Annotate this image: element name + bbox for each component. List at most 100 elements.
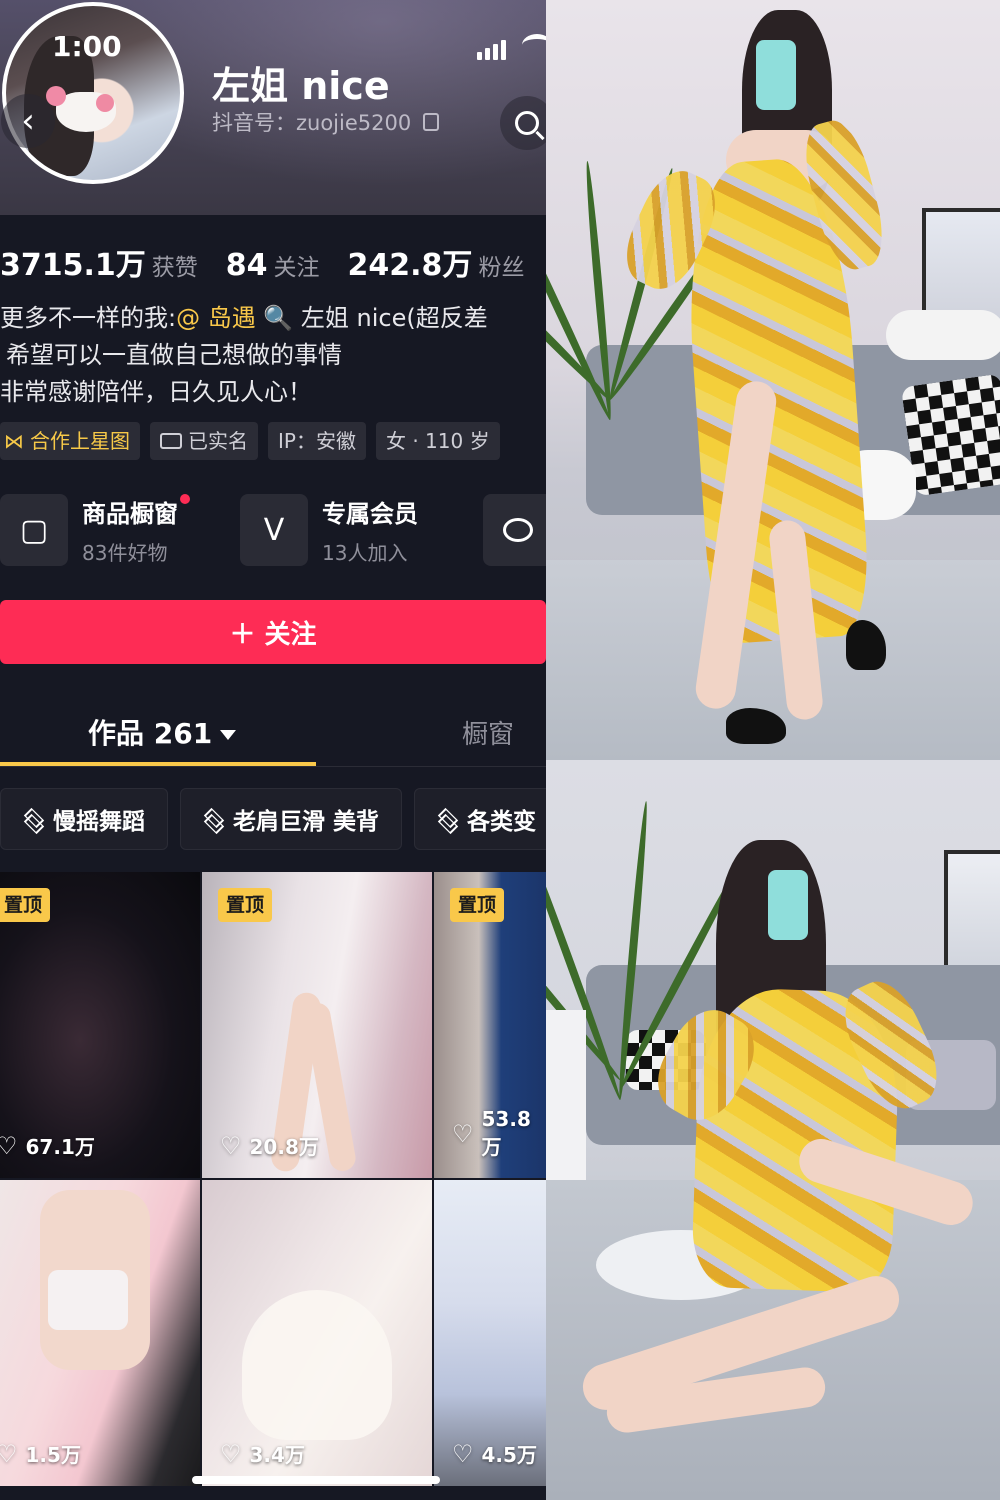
chip-label: 各类变 [467, 809, 537, 835]
heart-icon: ♡ [220, 1131, 242, 1160]
collection-chip[interactable]: 慢摇舞蹈 [0, 788, 168, 850]
bio-mention-link[interactable]: @ 岛遇 [176, 304, 256, 332]
bio-line-1: 更多不一样的我:@ 岛遇 🔍 左姐 nice(超反差 [0, 300, 546, 337]
bio-text: 🔍 左姐 nice(超反差 [255, 304, 488, 332]
status-bar-time: 1:00 [52, 30, 122, 63]
heart-icon: ♡ [0, 1439, 18, 1468]
chip-label: 老肩巨滑 美背 [233, 809, 380, 835]
like-count-text: 20.8万 [249, 1135, 319, 1159]
message-button[interactable] [483, 494, 546, 566]
like-count: ♡ 67.1万 [0, 1131, 95, 1160]
stat-value: 242.8万 [347, 248, 473, 283]
douyin-id-text: 抖音号：zuojie5200 [212, 111, 412, 135]
bio-line-2: 希望可以一直做自己想做的事情 [6, 341, 342, 369]
shopping-bag-icon: ▢ [0, 494, 68, 566]
stat-followers[interactable]: 242.8万 粉丝 [348, 240, 525, 284]
shop-window-card[interactable]: ▢ 商品橱窗 83件好物 [0, 494, 190, 566]
video-thumbnail[interactable]: 置顶 ♡ 67.1万 [0, 872, 200, 1178]
tag-label: 女 · 110 岁 [385, 429, 490, 453]
tag-star-map[interactable]: ⋈ 合作上星图 [0, 422, 140, 460]
video-thumbnail[interactable]: ♡ 1.5万 [0, 1180, 200, 1486]
tab-shop[interactable]: 橱窗 [462, 714, 514, 751]
shop-card-title: 商品橱窗 [82, 500, 178, 528]
bio-text: 更多不一样的我: [0, 304, 177, 332]
like-count: ♡ 4.5万 [452, 1439, 537, 1468]
collection-chip[interactable]: 老肩巨滑 美背 [180, 788, 403, 850]
photo-sitting-yellow-dress [546, 760, 1000, 1500]
like-count-text: 1.5万 [25, 1443, 81, 1467]
tab-works[interactable]: 作品 261 [88, 712, 237, 752]
like-count-text: 67.1万 [25, 1135, 95, 1159]
chat-bubble-icon [503, 518, 533, 542]
like-count: ♡ 1.5万 [0, 1439, 81, 1468]
like-count-text: 3.4万 [249, 1443, 305, 1467]
douyin-profile-screen: 1:00 ‹ 左姐 nice 抖音号：zuojie5200 3715.1万 获赞 … [0, 0, 546, 1500]
stat-value: 3715.1万 [0, 248, 146, 283]
layers-icon [23, 809, 43, 829]
tab-works-label: 作品 261 [88, 717, 213, 750]
caret-down-icon [220, 730, 237, 740]
like-count-text: 53.8万 [481, 1107, 531, 1159]
stat-label: 获赞 [151, 255, 198, 281]
chip-label: 慢摇舞蹈 [53, 809, 145, 835]
star-map-icon: ⋈ [4, 429, 24, 453]
tag-label: IP：安徽 [278, 429, 356, 453]
avatar-flower-shape [46, 86, 66, 106]
profile-bio: 更多不一样的我:@ 岛遇 🔍 左姐 nice(超反差 希望可以一直做自己想做的事… [0, 300, 546, 411]
like-count: ♡ 20.8万 [220, 1131, 319, 1160]
tag-verified[interactable]: 已实名 [150, 422, 258, 460]
layers-icon [437, 809, 457, 829]
collection-chip[interactable]: 各类变 [414, 788, 546, 850]
video-thumbnail[interactable]: ♡ 4.5万 [434, 1180, 546, 1486]
stat-label: 关注 [273, 255, 320, 281]
pinned-badge: 置顶 [450, 888, 505, 922]
collection-chips: 慢摇舞蹈 老肩巨滑 美背 各类变 [0, 788, 546, 850]
chevron-left-icon: ‹ [21, 101, 35, 141]
video-thumbnail[interactable]: 置顶 ♡ 20.8万 [202, 872, 432, 1178]
heart-icon: ♡ [220, 1439, 242, 1468]
tag-ip-location: IP：安徽 [268, 422, 366, 460]
pinned-badge: 置顶 [218, 888, 273, 922]
avatar-flower-shape [96, 94, 114, 112]
tag-label: 已实名 [188, 429, 248, 453]
back-button[interactable]: ‹ [1, 94, 55, 148]
profile-nickname: 左姐 nice [212, 64, 390, 108]
member-card-subtitle: 13人加入 [322, 541, 408, 565]
stat-label: 粉丝 [478, 255, 525, 281]
video-thumbnail[interactable]: ♡ 3.4万 [202, 1180, 432, 1486]
search-button[interactable] [500, 96, 546, 150]
search-icon [515, 111, 539, 135]
member-card[interactable]: V 专属会员 13人加入 [240, 494, 418, 566]
notification-dot [180, 494, 190, 504]
vip-v-icon: V [240, 494, 308, 566]
home-indicator[interactable] [192, 1476, 440, 1484]
goose-plush [886, 310, 1000, 360]
like-count: ♡ 3.4万 [220, 1439, 305, 1468]
video-thumbnail[interactable]: 置顶 ♡ 53.8万 [434, 872, 546, 1178]
like-count-text: 4.5万 [481, 1443, 537, 1467]
stat-following[interactable]: 84 关注 [226, 248, 320, 283]
shop-card-subtitle: 83件好物 [82, 541, 168, 565]
stat-likes[interactable]: 3715.1万 获赞 [0, 240, 198, 284]
heart-icon: ♡ [452, 1119, 474, 1148]
member-card-title: 专属会员 [322, 500, 418, 528]
wall-painting [944, 850, 1000, 980]
phone-in-hand [768, 870, 808, 940]
wifi-icon [522, 34, 546, 56]
pinned-badge: 置顶 [0, 888, 51, 922]
tab-divider [0, 766, 546, 767]
follow-button[interactable]: ＋ 关注 [0, 600, 546, 664]
photo-standing-yellow-dress [546, 0, 1000, 760]
tag-label: 合作上星图 [30, 429, 130, 453]
tag-gender-age: 女 · 110 岁 [375, 422, 500, 460]
copy-icon[interactable] [423, 113, 440, 131]
bio-line-3: 非常感谢陪伴，日久见人心！ [0, 378, 312, 406]
phone-in-hand [756, 40, 796, 110]
profile-tags: ⋈ 合作上星图 已实名 IP：安徽 女 · 110 岁 [0, 422, 500, 460]
cellular-signal-icon [477, 40, 506, 60]
douyin-id[interactable]: 抖音号：zuojie5200 [212, 107, 440, 137]
like-count: ♡ 53.8万 [452, 1107, 546, 1160]
heart-icon: ♡ [452, 1439, 474, 1468]
id-card-icon [160, 433, 182, 449]
heart-icon: ♡ [0, 1131, 18, 1160]
